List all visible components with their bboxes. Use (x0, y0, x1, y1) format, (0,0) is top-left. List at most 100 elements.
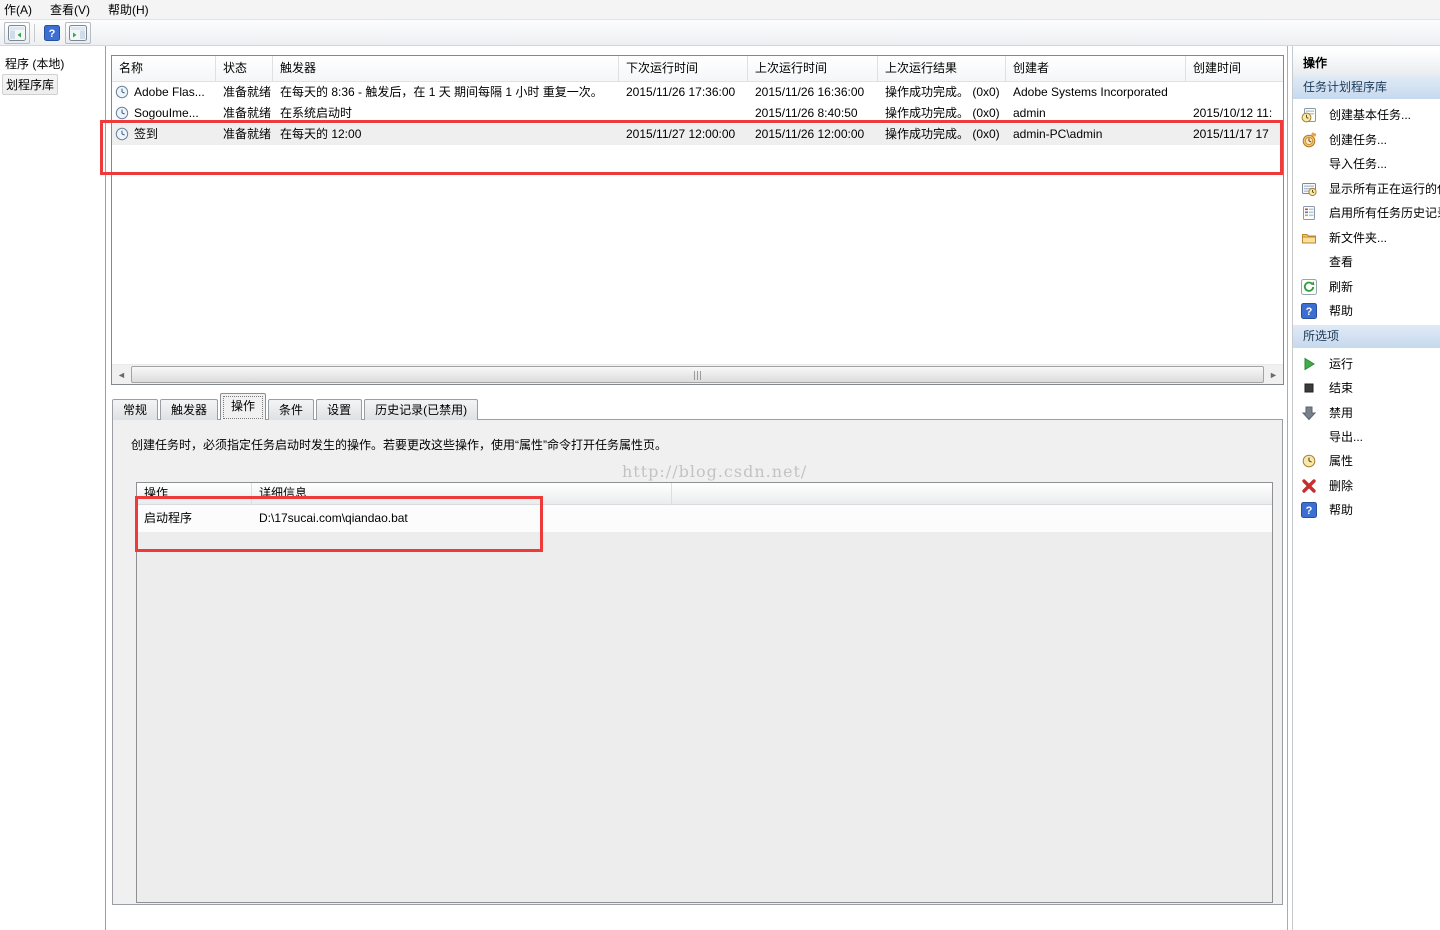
actions-description: 创建任务时，必须指定任务启动时发生的操作。若要更改这些操作，使用“属性”命令打开… (131, 436, 667, 453)
task-trigger: 在系统启动时 (273, 103, 619, 124)
actions-table-header: 操作 详细信息 (137, 483, 1272, 505)
panel-divider[interactable] (1287, 46, 1288, 930)
create-task-icon (1301, 132, 1317, 148)
action-create-task[interactable]: 创建任务... (1293, 128, 1440, 152)
tree-item-task-scheduler-local[interactable]: 程序 (本地) (2, 54, 67, 73)
column-header-next-run[interactable]: 下次运行时间 (619, 56, 748, 82)
task-status: 准备就绪 (216, 82, 273, 103)
action-export[interactable]: 导出... (1293, 425, 1440, 449)
delete-icon (1301, 478, 1317, 494)
action-enable-task-history[interactable]: 启用所有任务历史记录 (1293, 201, 1440, 225)
task-clock-icon (115, 85, 129, 99)
scroll-left-button[interactable]: ◄ (113, 366, 130, 384)
task-row-selected[interactable]: 签到 准备就绪 在每天的 12:00 2015/11/27 12:00:00 2… (112, 124, 1284, 145)
action-row[interactable]: 启动程序 D:\17sucai.com\qiandao.bat (137, 505, 1272, 532)
task-created (1186, 82, 1284, 103)
task-list-header: 名称 状态 触发器 下次运行时间 上次运行时间 上次运行结果 创建者 创建时间 (112, 56, 1283, 82)
svg-text:?: ? (49, 28, 56, 40)
task-next-run: 2015/11/27 12:00:00 (619, 124, 748, 145)
refresh-icon (1301, 279, 1317, 295)
actions-column-header-action[interactable]: 操作 (137, 483, 252, 505)
watermark-text: http://blog.csdn.net/ (622, 462, 807, 481)
task-row[interactable]: Adobe Flas... 准备就绪 在每天的 8:36 - 触发后，在 1 天… (112, 82, 1284, 103)
menu-item-action[interactable]: 作(A) (0, 0, 41, 20)
action-run[interactable]: 运行 (1293, 352, 1440, 376)
action-create-basic-task[interactable]: 创建基本任务... (1293, 103, 1440, 127)
action-detail: D:\17sucai.com\qiandao.bat (252, 505, 952, 532)
tree-item-task-scheduler-library[interactable]: 划程序库 (2, 74, 58, 95)
column-header-last-result[interactable]: 上次运行结果 (878, 56, 1006, 82)
task-next-run (619, 103, 748, 124)
column-header-status[interactable]: 状态 (216, 56, 273, 82)
toolbar: ? (0, 20, 1440, 46)
tab-history[interactable]: 历史记录(已禁用) (364, 399, 478, 420)
action-refresh[interactable]: 刷新 (1293, 275, 1440, 299)
action-new-folder[interactable]: 新文件夹... (1293, 226, 1440, 250)
task-status: 准备就绪 (216, 103, 273, 124)
scrollbar-thumb[interactable] (131, 366, 1264, 383)
column-header-author[interactable]: 创建者 (1006, 56, 1186, 82)
task-last-result: 操作成功完成。 (0x0) (878, 82, 1006, 103)
task-author: admin-PC\admin (1006, 124, 1186, 145)
help-icon: ? (44, 25, 60, 41)
actions-tab-panel: 创建任务时，必须指定任务启动时发生的操作。若要更改这些操作，使用“属性”命令打开… (112, 419, 1283, 905)
toolbar-separator (34, 24, 35, 42)
task-status: 准备就绪 (216, 124, 273, 145)
tab-conditions[interactable]: 条件 (268, 399, 314, 420)
task-created: 2015/10/12 11: (1186, 103, 1284, 124)
column-header-name[interactable]: 名称 (112, 56, 216, 82)
show-action-pane-button[interactable] (65, 22, 91, 44)
task-next-run: 2015/11/26 17:36:00 (619, 82, 748, 103)
console-tree-panel: 程序 (本地) 划程序库 (0, 46, 106, 930)
action-properties[interactable]: 属性 (1293, 449, 1440, 473)
new-folder-icon (1301, 230, 1317, 246)
help-button[interactable]: ? (39, 22, 65, 44)
column-header-last-run[interactable]: 上次运行时间 (748, 56, 878, 82)
task-name: 签到 (134, 127, 158, 141)
actions-column-header-details[interactable]: 详细信息 (252, 483, 672, 505)
action-help-selected[interactable]: ? 帮助 (1293, 498, 1440, 522)
task-created: 2015/11/17 17 (1186, 124, 1284, 145)
task-last-run: 2015/11/26 16:36:00 (748, 82, 878, 103)
help-icon: ? (1301, 303, 1317, 319)
column-header-triggers[interactable]: 触发器 (273, 56, 619, 82)
tab-actions[interactable]: 操作 (220, 393, 266, 420)
action-pane-toggle-icon (69, 25, 87, 41)
menu-item-view[interactable]: 查看(V) (41, 0, 99, 20)
action-end[interactable]: 结束 (1293, 376, 1440, 400)
show-console-tree-button[interactable] (4, 22, 30, 44)
task-trigger: 在每天的 12:00 (273, 124, 619, 145)
task-author: Adobe Systems Incorporated (1006, 82, 1186, 103)
task-row[interactable]: SogouIme... 准备就绪 在系统启动时 2015/11/26 8:40:… (112, 103, 1284, 124)
help-icon: ? (1301, 502, 1317, 518)
action-import-task[interactable]: 导入任务... (1293, 152, 1440, 176)
task-clock-icon (115, 127, 129, 141)
tab-triggers[interactable]: 触发器 (160, 399, 218, 420)
action-display-running-tasks[interactable]: 显示所有正在运行的任务 (1293, 177, 1440, 201)
menu-item-help[interactable]: 帮助(H) (99, 0, 158, 20)
properties-icon (1301, 453, 1317, 469)
task-clock-icon (115, 106, 129, 120)
task-author: admin (1006, 103, 1186, 124)
horizontal-scrollbar[interactable]: ◄ ► (112, 364, 1283, 384)
action-disable[interactable]: 禁用 (1293, 401, 1440, 425)
action-view[interactable]: 查看 (1293, 250, 1440, 274)
tab-general[interactable]: 常规 (112, 399, 158, 420)
action-delete[interactable]: 删除 (1293, 474, 1440, 498)
task-trigger: 在每天的 8:36 - 触发后，在 1 天 期间每隔 1 小时 重复一次。 (273, 82, 619, 103)
disable-icon (1301, 405, 1317, 421)
running-tasks-icon (1301, 181, 1317, 197)
scroll-right-button[interactable]: ► (1265, 366, 1282, 384)
action-help-library[interactable]: ? 帮助 (1293, 299, 1440, 323)
task-list: 名称 状态 触发器 下次运行时间 上次运行时间 上次运行结果 创建者 创建时间 … (111, 55, 1284, 385)
basic-task-icon (1301, 107, 1317, 123)
group-header-selected-item: 所选项 (1293, 325, 1440, 348)
action-type: 启动程序 (137, 505, 252, 532)
run-icon (1301, 356, 1317, 372)
tab-settings[interactable]: 设置 (316, 399, 362, 420)
stop-icon (1301, 380, 1317, 396)
column-header-created[interactable]: 创建时间 (1186, 56, 1284, 82)
task-last-run: 2015/11/26 8:40:50 (748, 103, 878, 124)
task-last-run: 2015/11/26 12:00:00 (748, 124, 878, 145)
svg-text:?: ? (1306, 306, 1313, 318)
